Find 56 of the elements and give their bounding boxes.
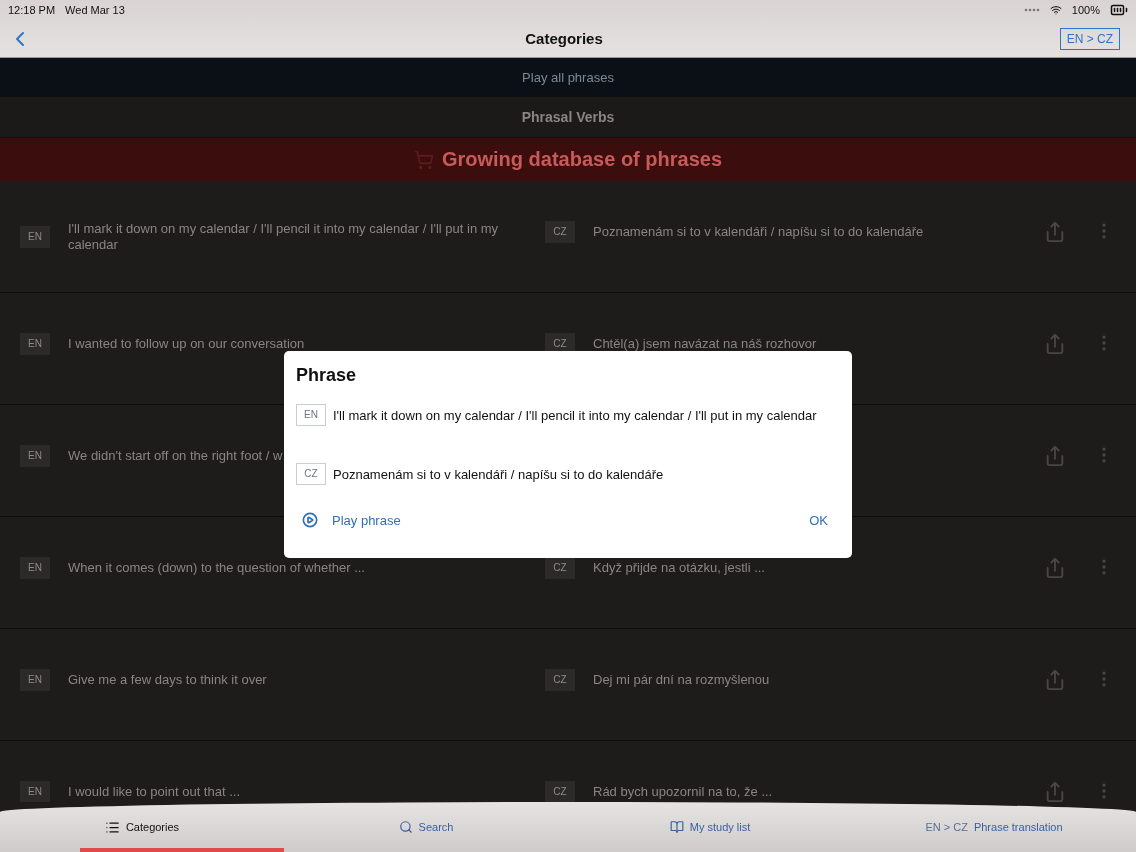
- tab[interactable]: My study list: [568, 802, 852, 852]
- language-badge: CZ: [545, 669, 575, 691]
- phrase-text: I'll mark it down on my calendar / I'll pencil it into my calendar / I'll put in my calendar: [68, 221, 500, 253]
- dialog-phrase: Poznamenám si to v kalendáři / napíšu si to do kalendáře: [333, 466, 664, 482]
- translation-text: Když přijde na otázku, jestli ...: [593, 560, 765, 576]
- phrase-row[interactable]: EN Give me a few days to think it over CZ Dej mi pár dní na rozmyšlenou: [0, 629, 1136, 741]
- share-icon[interactable]: [1044, 221, 1066, 243]
- translation-text: Dej mi pár dní na rozmyšlenou: [593, 672, 770, 688]
- language-pair-label: EN > CZ: [925, 821, 968, 833]
- tab[interactable]: Categories: [0, 802, 284, 852]
- book-icon: [669, 820, 684, 834]
- translation-text: Chtěl(a) jsem navázat na náš rozhovor: [593, 336, 817, 352]
- play-icon: [302, 512, 318, 528]
- language-badge: CZ: [545, 781, 575, 802]
- tab[interactable]: EN > CZ Phrase translation: [852, 802, 1136, 852]
- battery-percent: 100%: [1071, 4, 1100, 16]
- language-badge: EN: [296, 404, 326, 426]
- language-badge: EN: [20, 669, 50, 691]
- wifi-icon: [1049, 4, 1062, 16]
- share-icon[interactable]: [1044, 669, 1066, 691]
- language-button[interactable]: EN > CZ: [1059, 27, 1120, 50]
- translation-text: Rád bych upozornil na to, že ...: [593, 784, 773, 800]
- translation-text: Poznamenám si to v kalendáři / napíšu si to do kalendáře: [593, 224, 924, 240]
- share-icon[interactable]: [1044, 557, 1066, 579]
- play-all-bar[interactable]: Play all phrases: [0, 58, 1136, 97]
- language-badge: CZ: [296, 463, 326, 485]
- tab[interactable]: Search: [284, 802, 568, 852]
- play-all-label: Play all phrases: [522, 70, 614, 85]
- language-badge: EN: [20, 333, 50, 355]
- phrase-text: When it comes (down) to the question of whether ...: [68, 560, 365, 576]
- nav-title: Categories: [525, 30, 603, 47]
- status-time: 12:18 PM: [8, 4, 56, 16]
- phrase-row[interactable]: EN I'll mark it down on my calendar / I'll pencil it into my calendar / I'll put in my calendar CZ Poznamenám si to v kalendáři / napíšu si to do kalendáře: [0, 181, 1136, 293]
- dialog-title: Phrase: [296, 365, 358, 386]
- banner[interactable]: Growing database of phrases: [0, 138, 1136, 181]
- language-badge: CZ: [545, 557, 575, 579]
- search-icon: [398, 820, 413, 834]
- category-title: Phrasal Verbs: [521, 109, 615, 125]
- language-badge: EN: [20, 557, 50, 579]
- list-icon: [104, 819, 120, 835]
- share-icon[interactable]: [1044, 333, 1066, 355]
- language-badge: EN: [20, 781, 50, 802]
- language-badge: EN: [20, 226, 50, 248]
- status-date: Wed Mar 13: [65, 4, 125, 16]
- signal-dots-icon: [1023, 8, 1040, 12]
- banner-text: Growing database of phrases: [441, 148, 723, 171]
- language-badge: EN: [20, 445, 50, 467]
- dialog-phrase: I'll mark it down on my calendar / I'll pencil it into my calendar / I'll put in my calendar: [333, 407, 817, 423]
- phrase-text: I would like to point out that ...: [68, 784, 240, 800]
- share-icon[interactable]: [1044, 445, 1066, 467]
- share-icon[interactable]: [1044, 781, 1066, 802]
- cart-icon: [413, 149, 434, 170]
- phrase-text: We didn't start off on the right foot / w: [68, 448, 283, 464]
- language-badge: CZ: [545, 221, 575, 243]
- phrase-text: Give me a few days to think it over: [68, 672, 267, 688]
- phrase-text: I wanted to follow up on our conversation: [68, 336, 305, 352]
